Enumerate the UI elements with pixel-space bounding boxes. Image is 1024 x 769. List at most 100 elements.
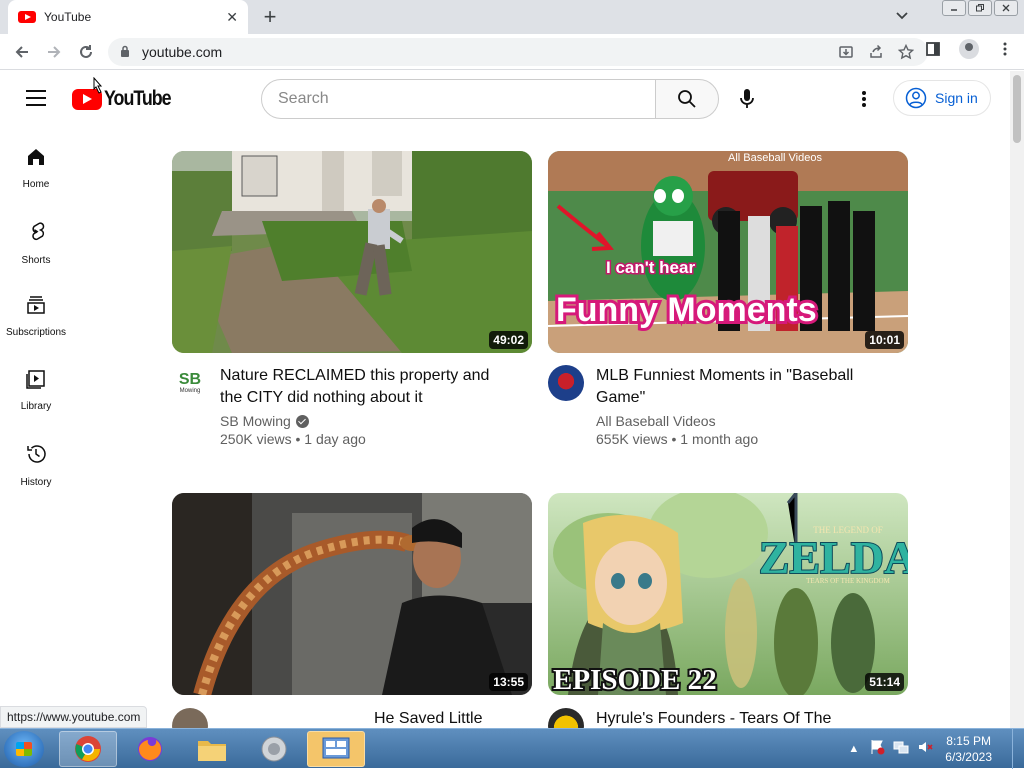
sign-in-label: Sign in	[935, 90, 978, 106]
video-thumbnail[interactable]: 13:55	[172, 493, 532, 695]
video-details: MLB Funniest Moments in "Baseball Game" …	[548, 365, 908, 447]
scrollbar-thumb[interactable]	[1013, 75, 1021, 143]
sidebar-item-history[interactable]: History	[0, 423, 72, 493]
taskbar-file-explorer[interactable]	[183, 731, 241, 767]
bookmark-star-icon[interactable]	[897, 43, 915, 63]
network-icon[interactable]	[893, 739, 909, 760]
video-thumbnail[interactable]: All Baseball Videos I can't hear Funny M…	[548, 151, 908, 353]
sidebar-item-library[interactable]: Library	[0, 349, 72, 419]
sidebar-item-subscriptions[interactable]: Subscriptions	[0, 275, 72, 345]
lock-icon[interactable]	[120, 45, 130, 60]
property-cleanup-thumbnail-image	[172, 151, 532, 353]
verified-badge-icon	[295, 414, 309, 428]
mouse-cursor-icon	[93, 77, 103, 94]
sidebar-item-label: History	[20, 477, 52, 488]
subscriptions-icon	[27, 296, 45, 314]
youtube-logo[interactable]: YouTube	[72, 87, 182, 111]
search-icon	[678, 90, 696, 108]
profile-avatar-icon[interactable]	[958, 38, 980, 60]
sidebar-item-label: Home	[22, 179, 50, 190]
start-button[interactable]	[4, 731, 44, 767]
browser-tab-youtube[interactable]: YouTube ✕	[8, 0, 248, 34]
windows-taskbar: ▲ 8:15 PM 6/3/2023	[0, 728, 1024, 769]
sidebar-item-label: Subscriptions	[5, 327, 67, 338]
minimize-button[interactable]	[942, 0, 966, 16]
channel-name[interactable]: SB Mowing	[220, 413, 291, 429]
browser-menu-icon[interactable]	[994, 38, 1016, 60]
baseball-funny-thumbnail-image: All Baseball Videos I can't hear Funny M…	[548, 151, 908, 353]
account-circle-icon	[905, 87, 927, 109]
zelda-logo-sub: TEARS OF THE KINGDOM	[806, 577, 890, 585]
browser-tab-strip: YouTube ✕ +	[0, 0, 1024, 34]
show-hidden-icons-icon[interactable]: ▲	[848, 743, 859, 755]
tab-title: YouTube	[44, 10, 92, 24]
restore-button[interactable]	[968, 0, 992, 16]
reload-icon[interactable]	[70, 36, 102, 68]
episode-label: EPISODE 22	[553, 664, 717, 695]
status-bar-url: https://www.youtube.com	[0, 706, 148, 728]
video-duration: 49:02	[489, 331, 528, 349]
video-duration: 13:55	[489, 673, 528, 691]
youtube-favicon-icon	[18, 11, 36, 23]
back-arrow-icon[interactable]	[6, 36, 38, 68]
video-title[interactable]: MLB Funniest Moments in "Baseball Game"	[596, 365, 876, 409]
window-controls	[942, 0, 1018, 16]
install-app-icon[interactable]	[838, 44, 854, 63]
sidebar-item-home[interactable]: Home	[0, 127, 72, 197]
action-center-flag-icon[interactable]	[869, 739, 885, 760]
thumbnail-headline: Funny Moments	[556, 291, 817, 329]
taskbar-control-panel[interactable]	[307, 731, 365, 767]
folder-icon	[198, 741, 226, 761]
taskbar-media-player[interactable]	[245, 731, 303, 767]
zelda-logo-main: ZELDA	[759, 532, 908, 583]
new-tab-button[interactable]: +	[258, 4, 282, 30]
control-panel-icon	[322, 737, 350, 759]
show-desktop-button[interactable]	[1012, 729, 1024, 769]
sidebar-item-label: Shorts	[21, 255, 51, 266]
thumbnail-watermark: All Baseball Videos	[728, 152, 822, 164]
chrome-icon	[75, 736, 101, 762]
address-bar[interactable]: youtube.com	[108, 38, 928, 66]
video-duration: 51:14	[865, 673, 904, 691]
toolbar-right-group	[922, 38, 1016, 60]
shorts-icon	[32, 222, 45, 241]
speaker-icon	[261, 736, 287, 762]
tab-close-icon[interactable]: ✕	[226, 9, 238, 26]
video-title[interactable]: Hyrule's Founders - Tears Of The	[596, 708, 876, 730]
channel-name-row: SB Mowing	[220, 413, 500, 429]
video-title[interactable]: Nature RECLAIMED this property and the C…	[220, 365, 500, 409]
system-tray: ▲ 8:15 PM 6/3/2023	[848, 729, 1024, 769]
page-scrollbar[interactable]	[1010, 71, 1024, 728]
side-panel-icon[interactable]	[922, 38, 944, 60]
system-clock[interactable]: 8:15 PM 6/3/2023	[945, 733, 992, 765]
clock-date: 6/3/2023	[945, 750, 992, 764]
settings-more-icon[interactable]	[852, 85, 876, 113]
sidebar-item-label: Library	[20, 401, 52, 412]
history-icon	[27, 445, 46, 463]
search-button[interactable]	[655, 79, 719, 119]
clock-time: 8:15 PM	[946, 734, 991, 748]
sign-in-button[interactable]: Sign in	[893, 80, 991, 116]
taskbar-firefox[interactable]	[121, 731, 179, 767]
tab-search-chevron-icon[interactable]	[896, 7, 908, 23]
video-thumbnail[interactable]: 49:02	[172, 151, 532, 353]
sidebar-item-shorts[interactable]: Shorts	[0, 201, 72, 271]
guide-menu-icon[interactable]	[26, 90, 46, 106]
channel-name[interactable]: All Baseball Videos	[596, 413, 716, 429]
voice-search-button[interactable]	[727, 79, 767, 119]
snake-rescue-thumbnail-image	[172, 493, 532, 695]
youtube-wordmark: YouTube	[104, 87, 172, 110]
channel-avatar[interactable]	[548, 365, 584, 401]
video-meta: 655K views • 1 month ago	[596, 431, 759, 447]
close-window-button[interactable]	[994, 0, 1018, 16]
taskbar-chrome[interactable]	[59, 731, 117, 767]
search-input[interactable]	[278, 90, 655, 108]
share-icon[interactable]	[868, 44, 884, 63]
volume-muted-icon[interactable]	[917, 739, 933, 760]
video-duration: 10:01	[865, 331, 904, 349]
forward-arrow-icon[interactable]	[38, 36, 70, 68]
search-box[interactable]	[261, 79, 656, 119]
channel-avatar[interactable]: SB Mowing	[172, 365, 208, 401]
video-thumbnail[interactable]: THE LEGEND OF ZELDA TEARS OF THE KINGDOM…	[548, 493, 908, 695]
library-icon	[26, 370, 45, 389]
